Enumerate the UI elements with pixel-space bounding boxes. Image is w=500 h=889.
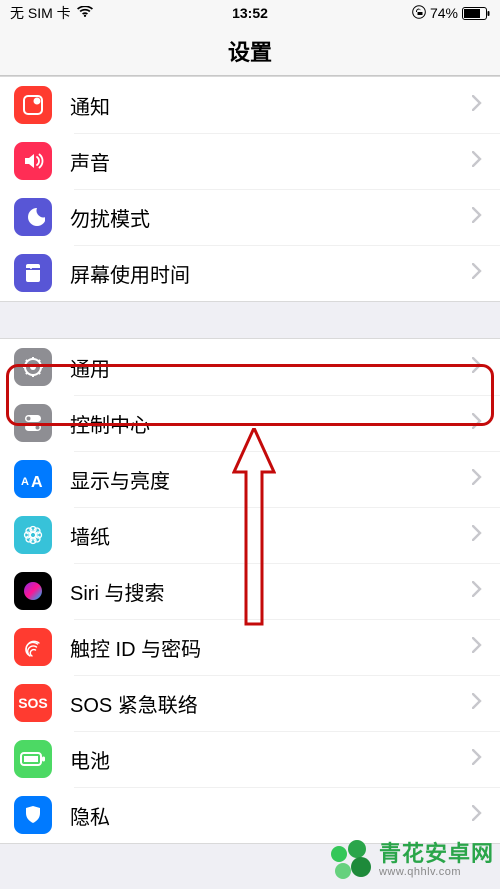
wallpaper-icon — [14, 516, 52, 554]
row-battery[interactable]: 电池 — [0, 731, 500, 787]
page-title: 设置 — [228, 35, 272, 67]
row-touchid[interactable]: 触控 ID 与密码 — [0, 619, 500, 675]
row-label: 屏幕使用时间 — [70, 259, 472, 288]
chevron-right-icon — [472, 357, 482, 378]
row-privacy[interactable]: 隐私 — [0, 787, 500, 843]
row-label: 电池 — [70, 745, 472, 774]
row-dnd[interactable]: 勿扰模式 — [0, 189, 500, 245]
battery-row-icon — [14, 740, 52, 778]
status-time: 13:52 — [232, 5, 268, 21]
settings-group-1: 通知 声音 勿扰模式 屏幕使用时间 — [0, 76, 500, 302]
row-label: 控制中心 — [70, 409, 472, 438]
chevron-right-icon — [472, 469, 482, 490]
chevron-right-icon — [472, 263, 482, 284]
battery-icon — [462, 7, 490, 20]
status-right: 74% — [412, 5, 490, 22]
chevron-right-icon — [472, 95, 482, 116]
chevron-right-icon — [472, 525, 482, 546]
row-label: 隐私 — [70, 801, 472, 830]
watermark-main: 青花安卓网 — [379, 842, 494, 866]
row-label: 通用 — [70, 353, 472, 382]
chevron-right-icon — [472, 749, 482, 770]
sounds-icon — [14, 142, 52, 180]
touchid-icon — [14, 628, 52, 666]
rotation-lock-icon — [412, 5, 426, 22]
svg-text:A: A — [21, 476, 29, 488]
row-label: 墙纸 — [70, 521, 472, 550]
row-screentime[interactable]: 屏幕使用时间 — [0, 245, 500, 301]
privacy-icon — [14, 796, 52, 834]
siri-icon — [14, 572, 52, 610]
notifications-icon — [14, 86, 52, 124]
carrier-text: 无 SIM 卡 — [10, 3, 71, 23]
row-display[interactable]: AA 显示与亮度 — [0, 451, 500, 507]
display-icon: AA — [14, 460, 52, 498]
settings-group-2: 通用 控制中心 AA 显示与亮度 墙纸 — [0, 338, 500, 844]
row-wallpaper[interactable]: 墙纸 — [0, 507, 500, 563]
row-label: 勿扰模式 — [70, 203, 472, 232]
watermark-sub: www.qhhlv.com — [379, 866, 494, 878]
row-siri[interactable]: Siri 与搜索 — [0, 563, 500, 619]
chevron-right-icon — [472, 637, 482, 658]
battery-percent: 74% — [430, 5, 458, 21]
sos-icon: SOS — [14, 684, 52, 722]
svg-text:A: A — [31, 474, 43, 489]
screentime-icon — [14, 254, 52, 292]
row-controlcenter[interactable]: 控制中心 — [0, 395, 500, 451]
row-label: Siri 与搜索 — [70, 577, 472, 606]
status-left: 无 SIM 卡 — [10, 3, 93, 23]
sos-text: SOS — [18, 695, 48, 711]
wifi-icon — [77, 5, 93, 21]
chevron-right-icon — [472, 581, 482, 602]
row-label: 声音 — [70, 147, 472, 176]
controlcenter-icon — [14, 404, 52, 442]
row-label: 通知 — [70, 91, 472, 120]
chevron-right-icon — [472, 413, 482, 434]
row-label: SOS 紧急联络 — [70, 689, 472, 718]
chevron-right-icon — [472, 805, 482, 826]
dnd-icon — [14, 198, 52, 236]
row-sounds[interactable]: 声音 — [0, 133, 500, 189]
row-sos[interactable]: SOS SOS 紧急联络 — [0, 675, 500, 731]
settings-screen: 无 SIM 卡 13:52 74% 设置 通知 — [0, 0, 500, 889]
row-label: 触控 ID 与密码 — [70, 633, 472, 662]
chevron-right-icon — [472, 207, 482, 228]
nav-bar: 设置 — [0, 26, 500, 76]
chevron-right-icon — [472, 693, 482, 714]
row-general[interactable]: 通用 — [0, 339, 500, 395]
chevron-right-icon — [472, 151, 482, 172]
status-bar: 无 SIM 卡 13:52 74% — [0, 0, 500, 26]
row-label: 显示与亮度 — [70, 465, 472, 494]
row-notifications[interactable]: 通知 — [0, 77, 500, 133]
general-icon — [14, 348, 52, 386]
group-gap — [0, 302, 500, 338]
